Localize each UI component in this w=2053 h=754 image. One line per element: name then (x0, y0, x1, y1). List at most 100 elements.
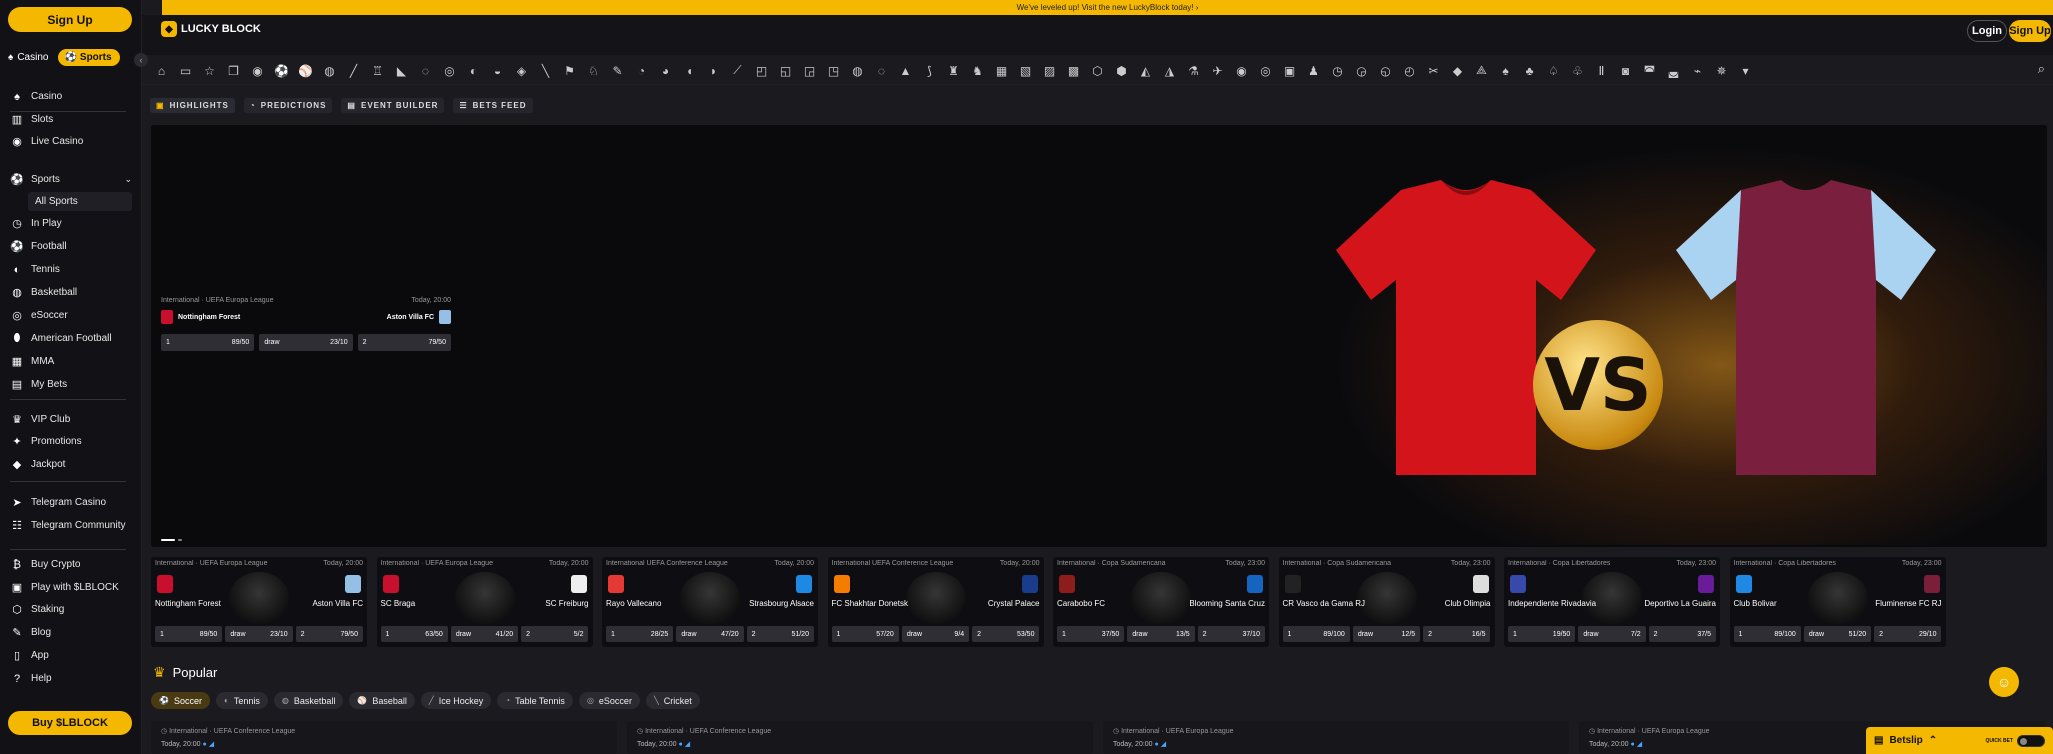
match-card[interactable]: International · UEFA Europa League Today,… (376, 557, 593, 647)
sidebar-item-play-with-lblock[interactable]: ▣ Play with $LBLOCK (10, 578, 132, 597)
sport-filter-icon[interactable]: ⌂ (152, 61, 171, 80)
sport-filter-icon[interactable]: ◍ (320, 61, 339, 80)
sidebar-item-my-bets[interactable]: ▤ My Bets (10, 375, 132, 394)
sport-filter-icon[interactable]: ▲ (896, 61, 915, 80)
home-team[interactable]: Rayo Vallecano (606, 599, 661, 608)
sport-filter-icon[interactable]: ⟋ (728, 61, 747, 80)
odd-button[interactable]: 2 37/10 (1197, 626, 1265, 642)
popular-tab-table-tennis[interactable]: ◔ Table Tennis (497, 692, 573, 709)
match-card[interactable]: International UEFA Conference League Toda… (827, 557, 1044, 647)
logo[interactable]: ◆ LUCKY BLOCK (161, 21, 261, 37)
sport-filter-icon[interactable]: ♣ (1520, 61, 1539, 80)
sidebar-signup-button[interactable]: Sign Up (8, 7, 132, 32)
sport-filter-icon[interactable]: ◍ (848, 61, 867, 80)
sport-filter-icon[interactable]: ⬢ (1112, 61, 1131, 80)
buy-lblock-button[interactable]: Buy $LBLOCK (8, 711, 132, 735)
sport-filter-icon[interactable]: ◗ (704, 61, 723, 80)
sidebar-item-buy-crypto[interactable]: ₿ Buy Crypto (10, 555, 132, 574)
home-team[interactable]: Club Bolivar (1734, 599, 1777, 608)
sport-filter-icon[interactable]: ◈ (512, 61, 531, 80)
away-team[interactable]: Deportivo La Guaira (1644, 599, 1716, 608)
sidebar-item-basketball[interactable]: ◍ Basketball (10, 283, 132, 302)
sidebar-item-telegram-community[interactable]: ☷ Telegram Community (10, 516, 132, 535)
sidebar-item-promotions[interactable]: ✦ Promotions (10, 432, 132, 451)
sport-filter-icon[interactable]: ◕ (656, 61, 675, 80)
sport-filter-icon[interactable]: ⚽ (272, 61, 291, 80)
hero-banner[interactable]: VS International · UEFA Europa League Tod… (151, 125, 2047, 547)
sport-filter-icon[interactable]: ⚑ (560, 61, 579, 80)
odd-button[interactable]: 1 63/50 (380, 626, 448, 642)
sport-filter-icon[interactable]: Ⅱ (1592, 61, 1611, 80)
switch-sports[interactable]: ⚽ Sports (58, 49, 120, 66)
home-team[interactable]: CR Vasco da Gama RJ (1283, 599, 1366, 608)
away-team[interactable]: Aston Villa FC (387, 310, 451, 324)
sport-filter-icon[interactable]: ◵ (1376, 61, 1395, 80)
popular-match-column[interactable]: ◷ International · UEFA Conference League… (151, 721, 617, 754)
away-team[interactable]: Crystal Palace (988, 599, 1040, 608)
sport-filter-icon[interactable]: ♧ (1568, 61, 1587, 80)
sport-filter-icon[interactable]: ◉ (1232, 61, 1251, 80)
login-button[interactable]: Login (1967, 20, 2007, 42)
popular-tab-ice-hockey[interactable]: ╱ Ice Hockey (420, 692, 492, 709)
popular-tab-esoccer[interactable]: ◎ eSoccer (578, 692, 640, 709)
sidebar-item-mma[interactable]: ▦ MMA (10, 352, 132, 371)
odd-button[interactable]: 2 79/50 (357, 334, 451, 351)
tab-bets-feed[interactable]: ☰ BETS FEED (453, 98, 533, 113)
carousel-dot-active[interactable] (161, 539, 175, 541)
away-team[interactable]: Strasbourg Alsace (749, 599, 814, 608)
away-team[interactable]: SC Freiburg (545, 599, 588, 608)
collapse-sidebar-button[interactable]: ‹ (134, 53, 148, 67)
sport-filter-icon[interactable]: ☆ (200, 61, 219, 80)
sport-filter-icon[interactable]: ◣ (392, 61, 411, 80)
sport-filter-icon[interactable]: ▣ (1280, 61, 1299, 80)
sport-filter-icon[interactable]: ◖ (680, 61, 699, 80)
home-team[interactable]: Independiente Rivadavia (1508, 599, 1596, 608)
sport-filter-icon[interactable]: ◳ (824, 61, 843, 80)
match-card[interactable]: International UEFA Conference League Toda… (602, 557, 818, 647)
sport-filter-icon[interactable]: ◱ (776, 61, 795, 80)
odd-button[interactable]: 2 53/50 (972, 626, 1040, 642)
sport-filter-icon[interactable]: ⟆ (920, 61, 939, 80)
carousel-dot[interactable] (178, 539, 182, 541)
odd-button[interactable]: 1 37/50 (1057, 626, 1125, 642)
odd-button[interactable]: 1 89/50 (161, 334, 255, 351)
match-card[interactable]: International · Copa Libertadores Today, … (1729, 557, 1946, 647)
sidebar-item-telegram-casino[interactable]: ➤ Telegram Casino (10, 493, 132, 512)
odd-button[interactable]: draw 23/10 (259, 334, 353, 351)
odd-button[interactable]: draw 7/2 (1578, 626, 1646, 642)
sport-filter-icon[interactable]: ◔ (632, 61, 651, 80)
odd-button[interactable]: draw 47/20 (676, 626, 744, 642)
home-team[interactable]: Nottingham Forest (155, 599, 221, 608)
sidebar-item-football[interactable]: ⚽ Football (10, 237, 132, 256)
sport-filter-icon[interactable]: ◲ (800, 61, 819, 80)
sport-filter-icon[interactable]: ▩ (1064, 61, 1083, 80)
home-team[interactable]: SC Braga (381, 599, 416, 608)
odd-button[interactable]: draw 9/4 (901, 626, 970, 642)
sidebar-item-casino[interactable]: ♠ Casino (10, 87, 132, 106)
sport-filter-icon[interactable]: ✵ (1712, 61, 1731, 80)
sport-filter-icon[interactable]: ▧ (1016, 61, 1035, 80)
sidebar-item-esoccer[interactable]: ◎ eSoccer (10, 306, 132, 325)
odd-button[interactable]: 2 51/20 (746, 626, 814, 642)
sport-filter-icon[interactable]: ╲ (536, 61, 555, 80)
sport-filter-icon[interactable]: ◶ (1352, 61, 1371, 80)
sport-filter-icon[interactable]: ⚾ (296, 61, 315, 80)
sport-filter-icon[interactable]: ◷ (1328, 61, 1347, 80)
sport-filter-icon[interactable]: ◌ (872, 61, 891, 80)
signup-button[interactable]: Sign Up (2009, 20, 2051, 42)
sport-filter-icon[interactable]: ◴ (1400, 61, 1419, 80)
sport-filter-icon[interactable]: ◚ (1640, 61, 1659, 80)
sidebar-item-app[interactable]: ▯ App (10, 646, 132, 665)
sidebar-item-live-casino[interactable]: ◉ Live Casino (10, 132, 132, 151)
sport-filter-icon[interactable]: ▾ (1736, 61, 1755, 80)
sport-filter-icon[interactable]: ♤ (1544, 61, 1563, 80)
popular-tab-cricket[interactable]: ╲ Cricket (645, 692, 700, 709)
betslip-bar[interactable]: ▤ Betslip ⌃ QUICK BET (1866, 727, 2053, 754)
sport-filter-icon[interactable]: ⌁ (1688, 61, 1707, 80)
sport-filter-icon[interactable]: ◌ (416, 61, 435, 80)
home-team[interactable]: Carabobo FC (1057, 599, 1105, 608)
match-card[interactable]: International · UEFA Europa League Today,… (151, 557, 367, 647)
sport-filter-icon[interactable]: ◎ (1256, 61, 1275, 80)
odd-button[interactable]: 2 37/5 (1648, 626, 1716, 642)
sport-filter-icon[interactable]: ♞ (968, 61, 987, 80)
